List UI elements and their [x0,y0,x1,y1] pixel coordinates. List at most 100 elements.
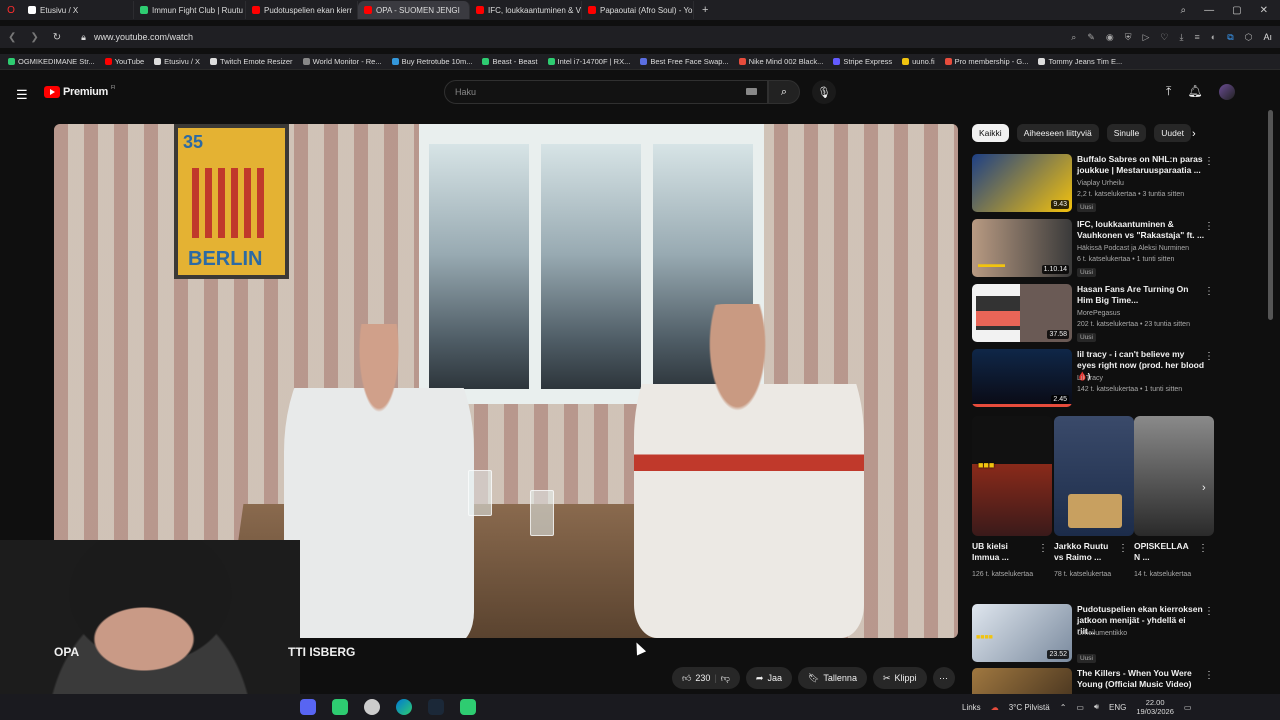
search-input[interactable]: Haku [444,80,768,104]
tab-1[interactable]: Immun Fight Club | Ruutu [134,1,246,19]
recommendation-title[interactable]: IFC, loukkaantuminen & Vauhkonen vs "Rak… [1077,219,1205,241]
recommendation-title[interactable]: The Killers - When You Were Young (Offic… [1077,668,1205,690]
chip-all[interactable]: Kaikki [972,124,1009,142]
recommendation-item[interactable]: 9.43 Buffalo Sabres on NHL:n paras joukk… [972,154,1222,214]
bookmark-item[interactable]: YouTube [104,57,144,66]
notifications-bell-icon[interactable]: 🔔︎ [1187,84,1202,100]
hamburger-menu-icon[interactable]: ☰ [16,87,28,103]
bookmark-item[interactable]: World Monitor - Re... [302,57,382,66]
network-icon[interactable]: ▭ [1076,703,1084,712]
ai-icon[interactable]: Aı [1263,32,1272,43]
bookmark-item[interactable]: Pro membership - G... [944,57,1028,66]
recommendation-title[interactable]: Hasan Fans Are Turning On Him Big Time..… [1077,284,1205,306]
shield-icon[interactable]: ⛨ [1125,32,1132,43]
more-actions-button[interactable]: ⋯ [932,667,955,689]
search-tabs-icon[interactable]: ⌕ [1181,5,1187,16]
chevron-right-icon[interactable]: › [1202,482,1206,494]
menu-icon[interactable]: ≡ [1194,32,1199,43]
channel-name[interactable]: Urheilumentikko [1077,630,1127,637]
tab-2[interactable]: Pudotuspelien ekan kierr [246,1,358,19]
bookmark-item[interactable]: Intel i7-14700F | RX... [547,57,630,66]
camera-icon[interactable]: ◉ [1106,32,1114,43]
bookmark-item[interactable]: Tommy Jeans Tim E... [1038,57,1122,66]
bookmark-item[interactable]: Best Free Face Swap... [640,57,729,66]
language-indicator[interactable]: ENG [1109,703,1126,712]
tab-0[interactable]: Etusivu / X [22,1,134,19]
kebab-menu-icon[interactable]: ⋮ [1204,606,1214,617]
bookmark-item[interactable]: uuno.fi [902,57,935,66]
scrollbar-thumb[interactable] [1268,110,1273,320]
tab-3-active[interactable]: OPA - SUOMEN JENGI [358,1,470,19]
new-tab-icon[interactable]: + [694,4,716,16]
bookmark-item[interactable]: Twitch Emote Resizer [210,57,293,66]
kebab-menu-icon[interactable]: ⋮ [1204,351,1214,362]
search-icon[interactable]: ⌕ [1071,32,1076,43]
video-thumbnail[interactable] [972,668,1072,694]
channel-name[interactable]: Lil Tracy [1077,375,1103,382]
recommendation-item[interactable]: 2.45 lil tracy - i can't believe my eyes… [972,349,1222,409]
recommendation-item[interactable]: 37.58 Hasan Fans Are Turning On Him Big … [972,284,1222,344]
kebab-menu-icon[interactable]: ⋮ [1204,156,1214,167]
thumbs-down-icon[interactable]: 👎︎ [721,673,730,684]
short-thumbnail[interactable] [1134,416,1214,536]
kebab-menu-icon[interactable]: ⋮ [1038,543,1048,554]
short-title[interactable]: OPISKELLAA N ... [1134,541,1196,563]
opera-logo-icon[interactable]: O [0,5,22,16]
maximize-icon[interactable]: ▢ [1232,5,1241,16]
back-icon[interactable]: ❮ [8,32,16,43]
recommendation-item[interactable]: ▬▬▬ 1.10.14 IFC, loukkaantuminen & Vauhko… [972,219,1222,279]
chevron-right-icon[interactable]: › [1192,128,1196,140]
clip-button[interactable]: ✂ Klippi [872,667,927,689]
kebab-menu-icon[interactable]: ⋮ [1204,670,1214,681]
keyboard-icon[interactable] [746,88,757,95]
recommendation-item[interactable]: The Killers - When You Were Young (Offic… [972,668,1222,694]
kebab-menu-icon[interactable]: ⋮ [1118,543,1128,554]
play-icon[interactable]: ▷ [1143,32,1150,43]
bookmark-item[interactable]: Beast - Beast [482,57,538,66]
chip-new[interactable]: Uudet [1154,124,1191,142]
youtube-logo[interactable]: Premium FI [44,85,115,98]
url-field[interactable]: 🔒︎ www.youtube.com/watch [81,32,193,43]
tab-4[interactable]: IFC, loukkaantuminen & V [470,1,582,19]
edge-icon[interactable] [396,699,412,715]
weather-text[interactable]: 3°C Pilvistä [1009,703,1050,712]
kebab-menu-icon[interactable]: ⋮ [1198,543,1208,554]
forward-icon[interactable]: ❯ [30,32,38,43]
minimize-icon[interactable]: — [1204,5,1214,16]
bookmark-item[interactable]: OGMIKEDIMANE Str... [8,57,95,66]
heart-icon[interactable]: ♡ [1160,32,1168,43]
video-thumbnail[interactable]: ■■■■ 23.52 [972,604,1072,662]
volume-icon[interactable]: 🔊︎ [1094,702,1099,712]
cube-icon[interactable]: ⬡ [1245,32,1253,43]
bookmark-item[interactable]: Etusivu / X [154,57,200,66]
bookmark-item[interactable]: Nike Mind 002 Black... [738,57,823,66]
bookmark-item[interactable]: Buy Retrotube 10m... [391,57,472,66]
steam-icon[interactable] [428,699,444,715]
edit-icon[interactable]: ✎ [1087,32,1095,43]
share-button[interactable]: ➦ Jaa [745,667,792,689]
like-button[interactable]: 👍︎ 230 | 👎︎ [672,667,740,689]
channel-name[interactable]: Häkissä Podcast ja Aleksi Nurminen [1077,245,1189,252]
recommendation-title[interactable]: Buffalo Sabres on NHL:n paras joukkue | … [1077,154,1205,176]
channel-name[interactable]: Viaplay Urheilu [1077,180,1124,187]
short-thumbnail[interactable] [1054,416,1134,536]
close-icon[interactable]: ✕ [1260,5,1268,16]
chip-for-you[interactable]: Sinulle [1106,124,1147,142]
kebab-menu-icon[interactable]: ⋮ [1204,221,1214,232]
recommendation-item[interactable]: ■■■■ 23.52 Pudotuspelien ekan kierroksen … [972,604,1222,664]
extension-icon[interactable]: ⧉ [1227,32,1233,43]
avatar[interactable] [1218,84,1235,100]
app-icon[interactable] [332,699,348,715]
download-icon[interactable]: ⤓ [1180,32,1184,43]
kebab-menu-icon[interactable]: ⋮ [1204,286,1214,297]
search-button[interactable]: ⌕ [768,80,800,104]
video-thumbnail[interactable]: ▬▬▬ 1.10.14 [972,219,1072,277]
upload-icon[interactable]: ⤒ [1166,84,1171,100]
video-thumbnail[interactable]: 37.58 [972,284,1072,342]
app-icon[interactable] [364,699,380,715]
bookmark-item[interactable]: Stripe Express [833,57,892,66]
short-title[interactable]: UB kielsi Immua ... [972,541,1034,563]
channel-name[interactable]: MorePegasus [1077,310,1120,317]
save-button[interactable]: 🔖︎ Tallenna [797,667,867,689]
tab-5[interactable]: Papaoutai (Afro Soul) - Yo [582,1,694,19]
